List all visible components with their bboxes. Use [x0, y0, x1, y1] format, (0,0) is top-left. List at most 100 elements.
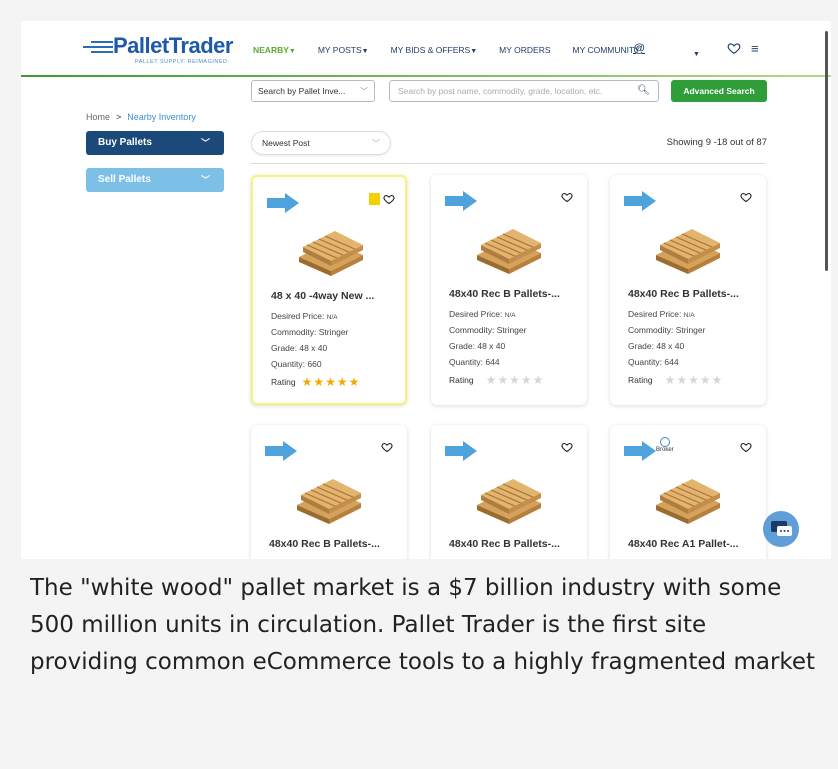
- listing-quantity: Quantity: 644: [449, 357, 500, 367]
- listing-title[interactable]: 48x40 Rec B Pallets-...: [269, 538, 380, 550]
- logo-tagline: PALLET SUPPLY. REIMAGINED.: [135, 59, 230, 65]
- pallet-image[interactable]: [650, 469, 726, 525]
- search-input[interactable]: Search by post name, commodity, grade, l…: [389, 80, 659, 102]
- arrow-right-icon: [267, 193, 299, 213]
- search-placeholder: Search by post name, commodity, grade, l…: [398, 86, 603, 96]
- listing-title[interactable]: 48x40 Rec B Pallets-...: [449, 288, 560, 300]
- rating-stars-empty: ★★★★★: [664, 373, 724, 387]
- listing-grade: Grade: 48 x 40: [449, 341, 506, 351]
- listing-card[interactable]: 48x40 Rec B Pallets-...: [251, 425, 407, 559]
- search-category-value: Search by Pallet Inve...: [258, 86, 346, 96]
- chevron-down-icon: ﹀: [200, 138, 210, 148]
- search-icon[interactable]: 🔍︎: [637, 85, 650, 96]
- rating-label: Rating: [449, 375, 474, 385]
- listing-rating: Rating ★★★★★: [628, 373, 723, 387]
- desired-price-value: N/A: [326, 314, 338, 321]
- listing-rating: Rating ★★★★★: [449, 373, 544, 387]
- logo-lines-icon: [83, 41, 113, 56]
- favorites-heart-icon[interactable]: [727, 41, 741, 55]
- nav-item-0[interactable]: NEARBY▼: [253, 45, 296, 55]
- chevron-down-icon: ﹀: [360, 87, 368, 96]
- nav-item-label: NEARBY: [253, 45, 289, 55]
- search-category-select[interactable]: Search by Pallet Inve... ﹀: [251, 80, 375, 102]
- search-bar: Search by Pallet Inve... ﹀ Search by pos…: [21, 77, 831, 107]
- nav-item-label: MY POSTS: [317, 45, 362, 55]
- logo-text: PalletTrader: [113, 33, 233, 58]
- listing-commodity: Commodity: Stringer: [449, 325, 527, 335]
- listing-title[interactable]: 48x40 Rec A1 Pallet-...: [628, 538, 739, 550]
- divider: [251, 163, 766, 164]
- nav-item-2[interactable]: MY BIDS & OFFERS▼: [391, 45, 478, 55]
- chat-button[interactable]: [763, 511, 799, 547]
- caption-text: The "white wood" pallet market is a $7 b…: [30, 575, 816, 675]
- nav-item-1[interactable]: MY POSTS▼: [318, 45, 369, 55]
- listing-card[interactable]: Broker 48x40 Rec A1 Pallet-...: [610, 425, 766, 559]
- screenshot-frame: PalletTrader PALLET SUPPLY. REIMAGINED. …: [8, 8, 831, 759]
- listing-card[interactable]: 48x40 Rec B Pallets-... Desired Price: N/…: [610, 175, 766, 405]
- desired-price-label: Desired Price:: [628, 309, 682, 319]
- rating-label: Rating: [628, 375, 653, 385]
- favorite-heart-icon[interactable]: [561, 441, 573, 453]
- breadcrumb-current[interactable]: Nearby Inventory: [127, 112, 196, 122]
- nav-item-label: MY BIDS & OFFERS: [390, 45, 471, 55]
- pallet-image[interactable]: [650, 219, 726, 275]
- listing-commodity: Commodity: Stringer: [271, 327, 349, 337]
- pallet-image[interactable]: [293, 221, 369, 277]
- favorite-heart-icon[interactable]: [381, 441, 393, 453]
- arrow-right-icon: [445, 441, 477, 461]
- favorite-heart-icon[interactable]: [740, 441, 752, 453]
- logo[interactable]: PalletTrader PALLET SUPPLY. REIMAGINED.: [83, 33, 243, 69]
- rating-stars-empty: ★★★★★: [485, 373, 545, 387]
- chat-bubble-icon: [771, 521, 792, 536]
- desired-price-label: Desired Price:: [271, 311, 325, 321]
- listing-title[interactable]: 48x40 Rec B Pallets-...: [628, 288, 739, 300]
- bookmark-icon[interactable]: [369, 193, 380, 205]
- advanced-search-button[interactable]: Advanced Search: [671, 80, 767, 102]
- listing-rating: Rating ★★★★★: [271, 375, 366, 389]
- favorite-heart-icon[interactable]: [383, 193, 395, 205]
- listing-title[interactable]: 48x40 Rec B Pallets-...: [449, 538, 560, 550]
- listing-card[interactable]: 48x40 Rec B Pallets-... Desired Price: N/…: [431, 175, 587, 405]
- listing-price: Desired Price: N/A: [449, 309, 516, 319]
- hamburger-menu-icon[interactable]: ≡: [751, 41, 759, 56]
- caret-down-icon: ▼: [470, 48, 478, 55]
- broker-label: Broker: [656, 447, 674, 453]
- listing-price: Desired Price: N/A: [628, 309, 695, 319]
- listing-card[interactable]: 48 x 40 -4way New ... Desired Price: N/A C…: [251, 175, 407, 405]
- sort-value: Newest Post: [262, 138, 310, 148]
- favorite-heart-icon[interactable]: [740, 191, 752, 203]
- listing-commodity: Commodity: Stringer: [628, 325, 706, 335]
- sell-pallets-button[interactable]: Sell Pallets ﹀: [86, 168, 224, 192]
- pallet-image[interactable]: [471, 469, 547, 525]
- listing-quantity: Quantity: 660: [271, 359, 322, 369]
- caret-down-icon: ▼: [288, 48, 296, 55]
- sort-select[interactable]: Newest Post ﹀: [251, 131, 391, 155]
- at-sign-icon[interactable]: @: [633, 41, 645, 55]
- scrollbar[interactable]: [825, 31, 828, 271]
- nav-item-4[interactable]: MY COMMUNITY: [573, 45, 640, 55]
- desired-price-value: N/A: [504, 312, 516, 319]
- arrow-right-icon: [445, 191, 477, 211]
- top-header: PalletTrader PALLET SUPPLY. REIMAGINED. …: [21, 21, 831, 77]
- main-nav: NEARBY▼ MY POSTS▼ MY BIDS & OFFERS▼ MY ORDE…: [253, 45, 662, 55]
- favorite-heart-icon[interactable]: [561, 191, 573, 203]
- desired-price-label: Desired Price:: [449, 309, 503, 319]
- broker-badge: Broker: [656, 437, 674, 453]
- arrow-right-icon: [265, 441, 297, 461]
- pallet-image[interactable]: [471, 219, 547, 275]
- listing-card[interactable]: 48x40 Rec B Pallets-...: [431, 425, 587, 559]
- nav-item-label: MY COMMUNITY: [572, 45, 640, 55]
- app-screenshot: PalletTrader PALLET SUPPLY. REIMAGINED. …: [21, 21, 831, 559]
- rating-stars-filled: ★★★★★: [301, 375, 361, 389]
- listing-title[interactable]: 48 x 40 -4way New ...: [271, 290, 374, 302]
- chevron-down-icon: ﹀: [200, 175, 210, 185]
- breadcrumb-home[interactable]: Home: [86, 112, 110, 122]
- buy-pallets-button[interactable]: Buy Pallets ﹀: [86, 131, 224, 155]
- pallet-image[interactable]: [291, 469, 367, 525]
- nav-item-3[interactable]: MY ORDERS: [499, 45, 550, 55]
- breadcrumb-separator: >: [116, 112, 122, 122]
- profile-dropdown-caret-icon[interactable]: ▼: [693, 51, 700, 58]
- caret-down-icon: ▼: [361, 48, 369, 55]
- broker-icon: [659, 437, 670, 447]
- results-count: Showing 9 -18 out of 87: [666, 137, 767, 148]
